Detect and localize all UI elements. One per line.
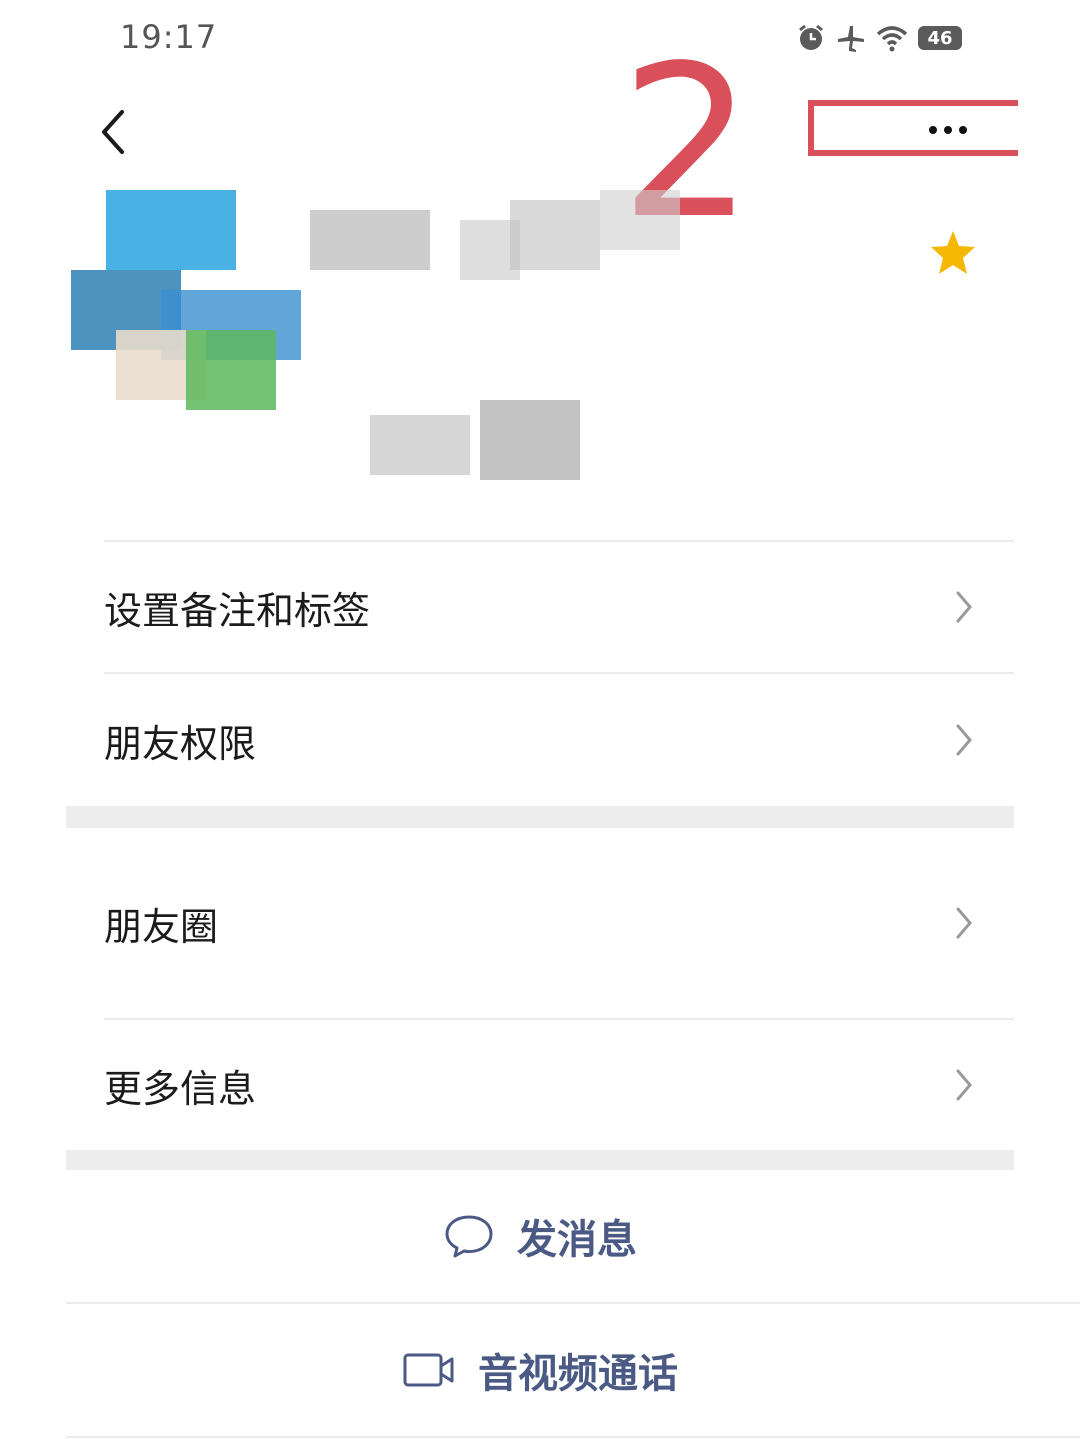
more-dots-icon	[929, 126, 937, 134]
menu-item-label: 更多信息	[104, 1066, 257, 1111]
menu-item-more-info[interactable]: 更多信息	[66, 1020, 1014, 1150]
more-options-button[interactable]	[918, 110, 978, 150]
avatar[interactable]	[66, 180, 306, 420]
star-icon	[931, 231, 975, 274]
chevron-right-icon	[956, 591, 972, 623]
chevron-right-icon	[956, 1069, 972, 1101]
status-icons: 46	[796, 18, 962, 58]
annotation-highlight-box	[808, 100, 1018, 156]
section-separator	[66, 806, 1014, 828]
av-call-button[interactable]: 音视频通话	[66, 1304, 1014, 1436]
chevron-left-icon	[102, 110, 124, 154]
menu-item-label: 朋友权限	[104, 721, 257, 766]
back-button[interactable]	[92, 104, 140, 160]
send-message-label: 发消息	[517, 1217, 637, 1263]
video-camera-icon	[403, 1353, 454, 1387]
divider	[66, 1436, 1080, 1438]
name-obscured	[310, 190, 680, 280]
airplane-icon	[838, 26, 864, 52]
chat-bubble-icon	[445, 1215, 493, 1258]
menu-item-friend-permissions[interactable]: 朋友权限	[66, 674, 1014, 806]
menu-item-label: 设置备注和标签	[104, 588, 371, 633]
menu-item-label: 朋友圈	[104, 904, 219, 949]
menu-item-remark-tags[interactable]: 设置备注和标签	[66, 542, 1014, 672]
wifi-icon	[876, 26, 908, 52]
av-call-label: 音视频通话	[478, 1351, 678, 1397]
battery-icon: 46	[918, 26, 962, 50]
status-time: 19:17	[120, 18, 218, 56]
id-obscured	[370, 400, 580, 480]
menu-item-moments[interactable]: 朋友圈	[66, 828, 1014, 1018]
chevron-right-icon	[956, 907, 972, 939]
send-message-button[interactable]: 发消息	[66, 1170, 1014, 1302]
chevron-right-icon	[956, 724, 972, 756]
section-separator	[66, 1150, 1014, 1170]
alarm-icon	[799, 24, 823, 50]
